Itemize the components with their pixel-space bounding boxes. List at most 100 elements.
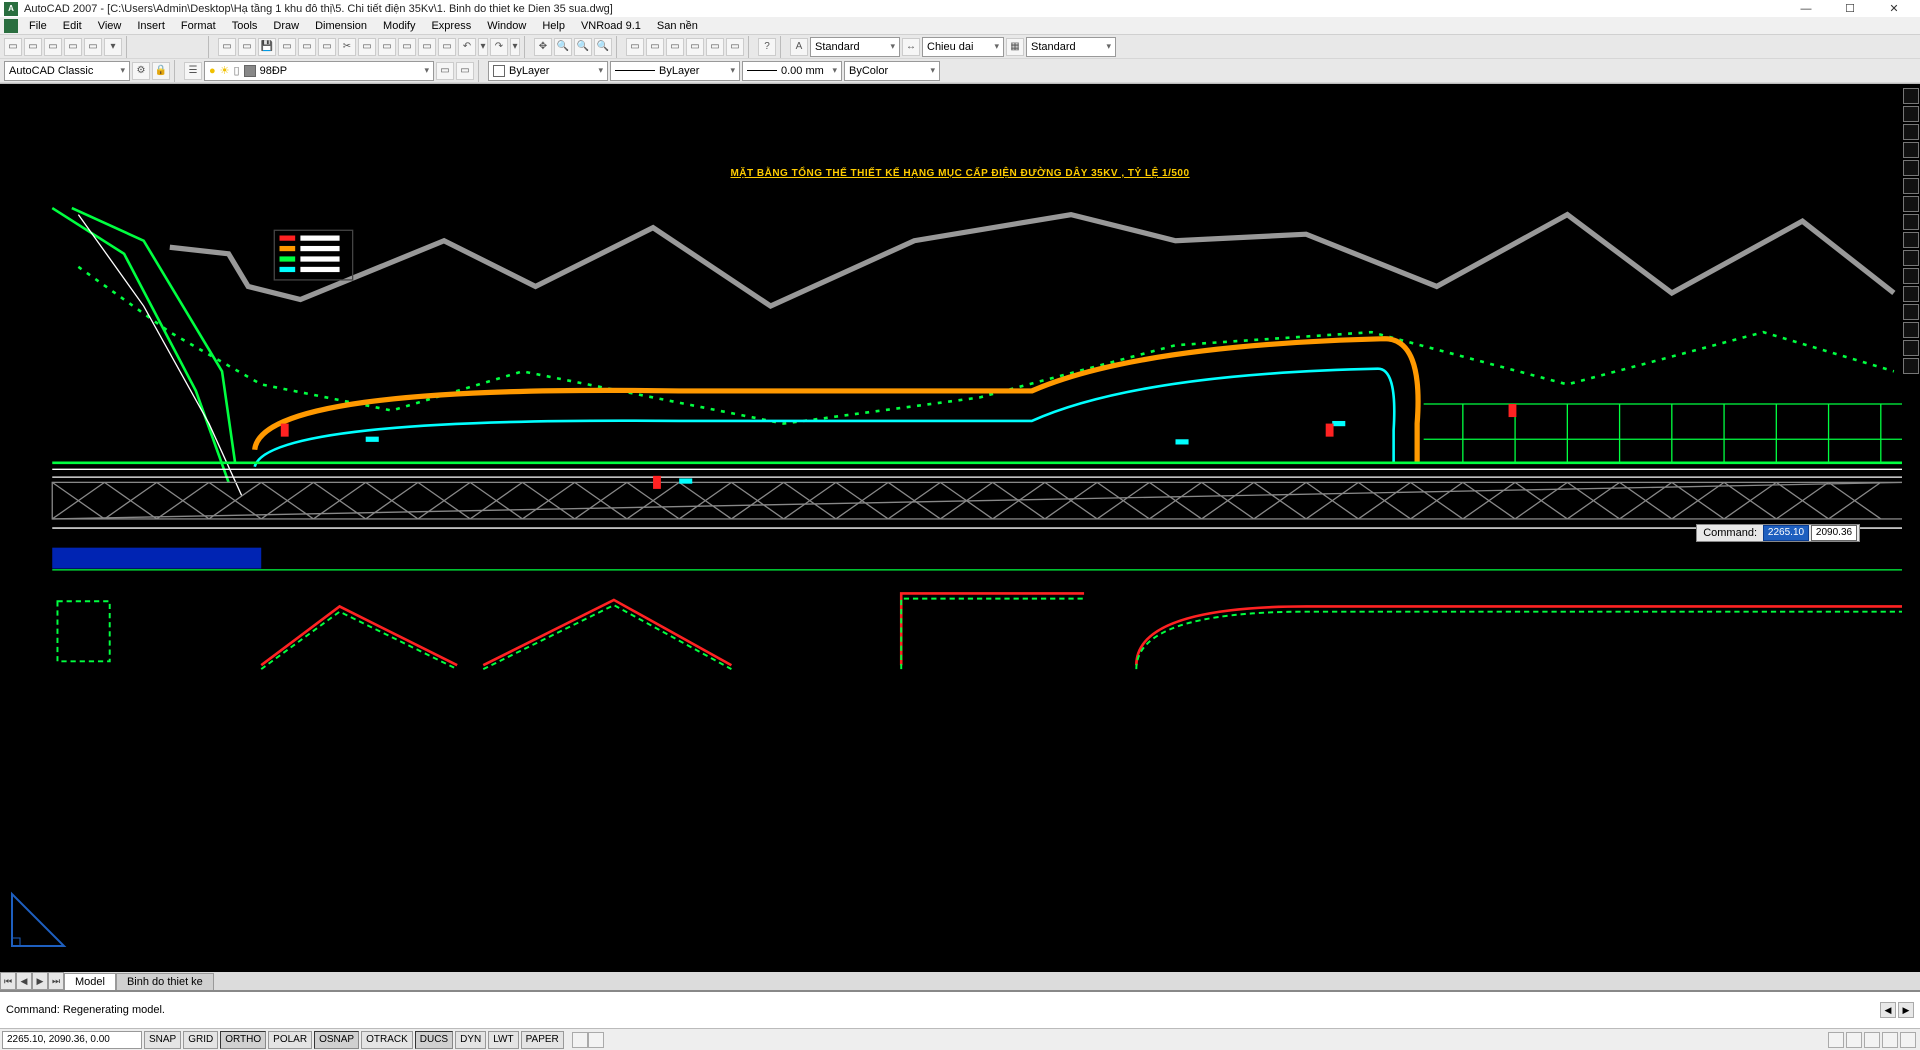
workspace-dropdown[interactable]: AutoCAD Classic▾: [4, 61, 130, 81]
save2-icon[interactable]: 💾: [258, 38, 276, 56]
drawing-canvas[interactable]: MẶT BẰNG TỔNG THỂ THIẾT KẾ HẠNG MỤC CẤP …: [0, 84, 1920, 990]
cut-icon[interactable]: ✂: [338, 38, 356, 56]
status-snap[interactable]: SNAP: [144, 1031, 181, 1049]
match-icon[interactable]: ▭: [398, 38, 416, 56]
tab-first-icon[interactable]: ⏮: [0, 972, 16, 990]
pan-icon[interactable]: ✥: [534, 38, 552, 56]
plot-icon[interactable]: ▭: [278, 38, 296, 56]
status-ortho[interactable]: ORTHO: [220, 1031, 266, 1049]
new-icon[interactable]: ▭: [4, 38, 22, 56]
textstyle-icon[interactable]: A: [790, 38, 808, 56]
saveall-icon[interactable]: ▭: [84, 38, 102, 56]
tab-layout1[interactable]: Binh do thiet ke: [116, 973, 214, 990]
layer-prev-icon[interactable]: ▭: [436, 62, 454, 80]
props-icon[interactable]: ▭: [626, 38, 644, 56]
tab-prev-icon[interactable]: ◀: [16, 972, 32, 990]
open2-icon[interactable]: ▭: [238, 38, 256, 56]
rpal-icon[interactable]: [1903, 232, 1919, 248]
ws-settings-icon[interactable]: ⚙: [132, 62, 150, 80]
redo-dd-icon[interactable]: ▾: [510, 38, 520, 56]
status-paper[interactable]: PAPER: [521, 1031, 564, 1049]
copy-icon[interactable]: ▭: [358, 38, 376, 56]
rpal-icon[interactable]: [1903, 286, 1919, 302]
redo-icon[interactable]: ↷: [490, 38, 508, 56]
status-polar[interactable]: POLAR: [268, 1031, 312, 1049]
print-icon[interactable]: ▾: [104, 38, 122, 56]
status-osnap[interactable]: OSNAP: [314, 1031, 359, 1049]
menu-help[interactable]: Help: [535, 18, 572, 34]
saveas-icon[interactable]: ▭: [64, 38, 82, 56]
save-icon[interactable]: ▭: [44, 38, 62, 56]
markup-icon[interactable]: ▭: [706, 38, 724, 56]
linetype-dropdown[interactable]: ByLayer▾: [610, 61, 740, 81]
menu-tools[interactable]: Tools: [225, 18, 265, 34]
dcenter-icon[interactable]: ▭: [646, 38, 664, 56]
cmd-scroll-right-icon[interactable]: ▶: [1898, 1002, 1914, 1018]
ws-lock-icon[interactable]: 🔒: [152, 62, 170, 80]
rpal-icon[interactable]: [1903, 196, 1919, 212]
maximize-button[interactable]: ☐: [1828, 0, 1872, 17]
rpal-icon[interactable]: [1903, 268, 1919, 284]
status-comm-icon[interactable]: [1828, 1032, 1844, 1048]
tab-next-icon[interactable]: ▶: [32, 972, 48, 990]
rpal-icon[interactable]: [1903, 160, 1919, 176]
status-lock-icon[interactable]: [1846, 1032, 1862, 1048]
rpal-icon[interactable]: [1903, 340, 1919, 356]
rpal-icon[interactable]: [1903, 142, 1919, 158]
zoom-prev-icon[interactable]: 🔍: [594, 38, 612, 56]
text-style-dropdown[interactable]: Standard▾: [810, 37, 900, 57]
lineweight-dropdown[interactable]: 0.00 mm▾: [742, 61, 842, 81]
qnew-icon[interactable]: ▭: [218, 38, 236, 56]
menu-modify[interactable]: Modify: [376, 18, 422, 34]
status-max-icon[interactable]: [1900, 1032, 1916, 1048]
tablestyle-icon[interactable]: ▦: [1006, 38, 1024, 56]
menu-edit[interactable]: Edit: [56, 18, 89, 34]
menu-vnroad[interactable]: VNRoad 9.1: [574, 18, 648, 34]
status-lwt[interactable]: LWT: [488, 1031, 518, 1049]
menu-view[interactable]: View: [91, 18, 129, 34]
rpal-icon[interactable]: [1903, 88, 1919, 104]
tab-last-icon[interactable]: ⏭: [48, 972, 64, 990]
command-line[interactable]: Command: Regenerating model. ◀ ▶: [0, 990, 1920, 1028]
preview-icon[interactable]: ▭: [298, 38, 316, 56]
minimize-button[interactable]: —: [1784, 0, 1828, 17]
status-layout-icon[interactable]: [588, 1032, 604, 1048]
status-model-icon[interactable]: [572, 1032, 588, 1048]
layer-mgr-icon[interactable]: ☰: [184, 62, 202, 80]
paste-icon[interactable]: ▭: [378, 38, 396, 56]
menu-dimension[interactable]: Dimension: [308, 18, 374, 34]
undo-dd-icon[interactable]: ▾: [478, 38, 488, 56]
status-tray-icon[interactable]: [1864, 1032, 1880, 1048]
rpal-icon[interactable]: [1903, 178, 1919, 194]
plotstyle-dropdown[interactable]: ByColor▾: [844, 61, 940, 81]
color-dropdown[interactable]: ByLayer▾: [488, 61, 608, 81]
rpal-icon[interactable]: [1903, 358, 1919, 374]
dynamic-input-y[interactable]: 2090.36: [1811, 525, 1857, 541]
dynamic-input-x[interactable]: 2265.10: [1763, 525, 1809, 541]
status-ducs[interactable]: DUCS: [415, 1031, 453, 1049]
ssm-icon[interactable]: ▭: [686, 38, 704, 56]
brush-icon[interactable]: ▭: [438, 38, 456, 56]
coordinate-display[interactable]: 2265.10, 2090.36, 0.00: [2, 1031, 142, 1049]
cmd-scroll-left-icon[interactable]: ◀: [1880, 1002, 1896, 1018]
rpal-icon[interactable]: [1903, 214, 1919, 230]
menu-window[interactable]: Window: [480, 18, 533, 34]
status-dyn[interactable]: DYN: [455, 1031, 486, 1049]
calc-icon[interactable]: ▭: [726, 38, 744, 56]
rpal-icon[interactable]: [1903, 106, 1919, 122]
layer-state-icon[interactable]: ▭: [456, 62, 474, 80]
menu-insert[interactable]: Insert: [130, 18, 172, 34]
dimstyle-icon[interactable]: ↔: [902, 38, 920, 56]
help-icon[interactable]: ?: [758, 38, 776, 56]
status-otrack[interactable]: OTRACK: [361, 1031, 413, 1049]
menu-format[interactable]: Format: [174, 18, 223, 34]
status-clean-icon[interactable]: [1882, 1032, 1898, 1048]
table-style-dropdown[interactable]: Standard▾: [1026, 37, 1116, 57]
open-icon[interactable]: ▭: [24, 38, 42, 56]
status-grid[interactable]: GRID: [183, 1031, 218, 1049]
rpal-icon[interactable]: [1903, 250, 1919, 266]
menu-draw[interactable]: Draw: [266, 18, 306, 34]
dim-style-dropdown[interactable]: Chieu dai▾: [922, 37, 1004, 57]
rpal-icon[interactable]: [1903, 322, 1919, 338]
close-button[interactable]: ✕: [1872, 0, 1916, 17]
